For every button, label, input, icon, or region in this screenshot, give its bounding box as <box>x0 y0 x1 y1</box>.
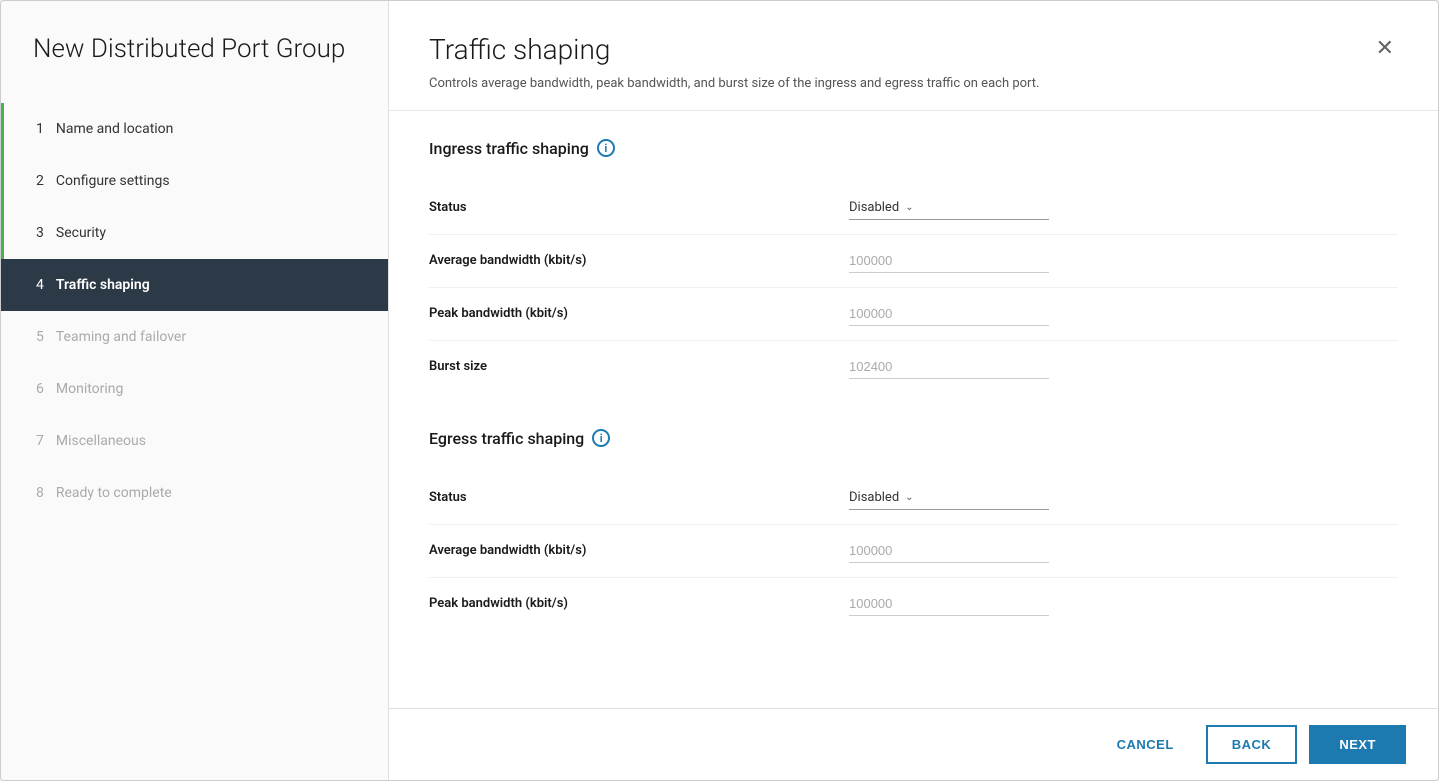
ingress-fields-select-value-0: Disabled <box>849 200 899 215</box>
ingress-fields-input-2[interactable] <box>849 302 1049 326</box>
egress-fields-label-1: Average bandwidth (kbit/s) <box>429 543 849 558</box>
step-label-6: Monitoring <box>56 381 124 397</box>
step-num-3: 3 <box>36 225 44 241</box>
egress-section-title: Egress traffic shaping i <box>429 429 1398 448</box>
next-button[interactable]: NEXT <box>1309 725 1406 764</box>
egress-fields-field-1[interactable] <box>849 539 1049 563</box>
sidebar-step-8: 8 Ready to complete <box>1 467 388 519</box>
ingress-fields-input-1[interactable] <box>849 249 1049 273</box>
step-num-1: 1 <box>36 121 44 137</box>
close-icon: ✕ <box>1376 35 1394 60</box>
step-label-7: Miscellaneous <box>56 433 146 449</box>
step-label-1: Name and location <box>56 121 174 137</box>
egress-fields-row-0: Status Disabled ⌄ <box>429 472 1398 525</box>
sidebar-step-3[interactable]: 3 Security <box>1 207 388 259</box>
ingress-info-icon[interactable]: i <box>597 139 615 157</box>
egress-fields-input-2[interactable] <box>849 592 1049 616</box>
step-num-6: 6 <box>36 381 44 397</box>
step-label-4: Traffic shaping <box>56 277 150 293</box>
main-subtitle: Controls average bandwidth, peak bandwid… <box>429 74 1039 94</box>
ingress-fields-field-2[interactable] <box>849 302 1049 326</box>
ingress-fields-row-0: Status Disabled ⌄ <box>429 182 1398 235</box>
sidebar-step-5: 5 Teaming and failover <box>1 311 388 363</box>
ingress-fields-field-3[interactable] <box>849 355 1049 379</box>
sidebar-step-4[interactable]: 4 Traffic shaping <box>1 259 388 311</box>
egress-fields-label-0: Status <box>429 490 849 505</box>
chevron-down-icon: ⌄ <box>905 202 913 213</box>
footer: CANCEL BACK NEXT <box>389 708 1438 780</box>
egress-fields-row-2: Peak bandwidth (kbit/s) <box>429 578 1398 630</box>
step-num-7: 7 <box>36 433 44 449</box>
dialog: New Distributed Port Group 1 Name and loc… <box>0 0 1439 781</box>
sidebar-step-6: 6 Monitoring <box>1 363 388 415</box>
ingress-fields-input-3[interactable] <box>849 355 1049 379</box>
close-button[interactable]: ✕ <box>1372 33 1398 63</box>
main-header: Traffic shaping Controls average bandwid… <box>389 1 1438 111</box>
step-num-4: 4 <box>36 277 44 293</box>
main-content: Traffic shaping Controls average bandwid… <box>389 1 1438 780</box>
sidebar: New Distributed Port Group 1 Name and loc… <box>1 1 389 780</box>
ingress-section-title: Ingress traffic shaping i <box>429 139 1398 158</box>
sidebar-step-7: 7 Miscellaneous <box>1 415 388 467</box>
ingress-fields-row-3: Burst size <box>429 341 1398 393</box>
ingress-fields-row-1: Average bandwidth (kbit/s) <box>429 235 1398 288</box>
egress-fields-field-2[interactable] <box>849 592 1049 616</box>
ingress-section: Ingress traffic shaping i Status Disable… <box>429 139 1398 393</box>
step-num-2: 2 <box>36 173 44 189</box>
sidebar-steps: 1 Name and location 2 Configure settings 3 Se… <box>1 103 388 780</box>
main-body: Ingress traffic shaping i Status Disable… <box>389 111 1438 709</box>
egress-fields-row-1: Average bandwidth (kbit/s) <box>429 525 1398 578</box>
egress-fields: Status Disabled ⌄ Average bandwidth (kbi… <box>429 472 1398 630</box>
sidebar-step-1[interactable]: 1 Name and location <box>1 103 388 155</box>
ingress-fields: Status Disabled ⌄ Average bandwidth (kbi… <box>429 182 1398 393</box>
step-num-8: 8 <box>36 485 44 501</box>
ingress-fields-field-1[interactable] <box>849 249 1049 273</box>
sidebar-step-2[interactable]: 2 Configure settings <box>1 155 388 207</box>
main-header-left: Traffic shaping Controls average bandwid… <box>429 33 1039 94</box>
step-label-3: Security <box>56 225 106 241</box>
ingress-fields-label-1: Average bandwidth (kbit/s) <box>429 253 849 268</box>
step-num-5: 5 <box>36 329 44 345</box>
chevron-down-icon: ⌄ <box>905 492 913 503</box>
back-button[interactable]: BACK <box>1206 725 1298 764</box>
egress-section: Egress traffic shaping i Status Disabled… <box>429 429 1398 630</box>
egress-fields-label-2: Peak bandwidth (kbit/s) <box>429 596 849 611</box>
ingress-fields-select-0[interactable]: Disabled ⌄ <box>849 196 1049 220</box>
ingress-fields-label-3: Burst size <box>429 359 849 374</box>
egress-fields-input-1[interactable] <box>849 539 1049 563</box>
step-label-2: Configure settings <box>56 173 170 189</box>
ingress-fields-field-0[interactable]: Disabled ⌄ <box>849 196 1049 220</box>
sidebar-title: New Distributed Port Group <box>1 33 388 103</box>
cancel-button[interactable]: CANCEL <box>1097 727 1194 762</box>
egress-fields-select-0[interactable]: Disabled ⌄ <box>849 486 1049 510</box>
ingress-fields-label-0: Status <box>429 200 849 215</box>
step-label-8: Ready to complete <box>56 485 172 501</box>
egress-fields-select-value-0: Disabled <box>849 490 899 505</box>
main-title: Traffic shaping <box>429 33 1039 66</box>
ingress-fields-row-2: Peak bandwidth (kbit/s) <box>429 288 1398 341</box>
ingress-fields-label-2: Peak bandwidth (kbit/s) <box>429 306 849 321</box>
step-label-5: Teaming and failover <box>56 329 186 345</box>
egress-fields-field-0[interactable]: Disabled ⌄ <box>849 486 1049 510</box>
egress-info-icon[interactable]: i <box>592 429 610 447</box>
